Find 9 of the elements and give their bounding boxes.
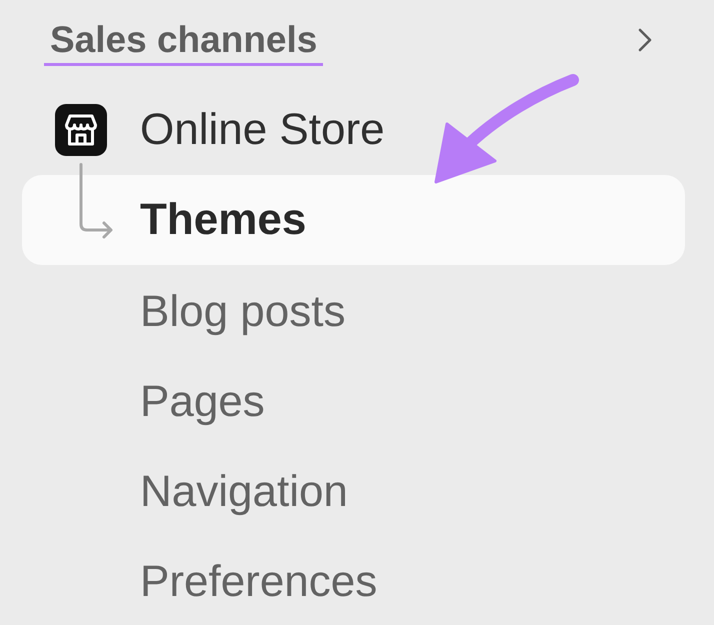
storefront-icon — [55, 104, 107, 156]
chevron-right-icon[interactable] — [638, 28, 652, 52]
sidebar-subitem[interactable]: Themes — [22, 175, 685, 265]
sidebar-subitem[interactable]: Navigation — [22, 445, 685, 535]
sidebar-subitem[interactable]: Blog posts — [22, 265, 685, 355]
section-heading: Sales channels — [44, 20, 324, 66]
sidebar-item[interactable]: Online Store — [22, 85, 685, 175]
sidebar-subitem[interactable]: Preferences — [22, 535, 685, 625]
sidebar-subitem[interactable]: Pages — [22, 355, 685, 445]
